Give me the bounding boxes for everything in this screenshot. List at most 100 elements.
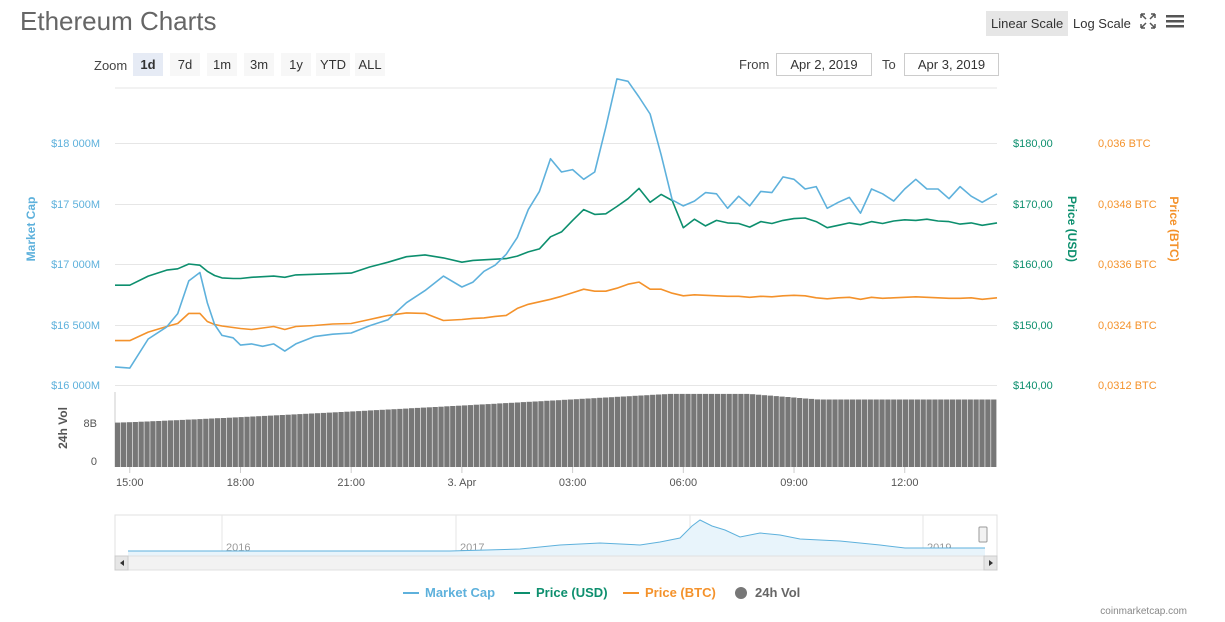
vol-bar	[162, 420, 168, 467]
vol-bar	[938, 399, 944, 467]
legend-line-market-cap	[403, 591, 419, 594]
vol-bar	[309, 413, 315, 467]
vol-bar	[808, 398, 815, 467]
vol-bar	[285, 414, 291, 467]
vol-bar	[156, 421, 162, 467]
vol-bar	[214, 418, 221, 467]
vol-bar	[885, 399, 891, 467]
navigator-scrollbar	[114, 555, 998, 571]
vol-bar	[326, 412, 332, 467]
vol-bar	[373, 410, 379, 467]
vol-bar	[944, 399, 950, 467]
vol-bar	[291, 414, 297, 467]
vol-bar	[203, 418, 209, 467]
vol-bar	[620, 396, 626, 467]
vol-bar	[220, 418, 227, 467]
vol-bar	[209, 418, 215, 467]
vol-bar	[714, 393, 721, 467]
vol-bar	[279, 415, 285, 467]
vol-bar	[197, 419, 203, 467]
vol-bar	[485, 404, 491, 467]
vol-bar	[973, 399, 979, 467]
vol-bar	[385, 409, 391, 467]
vol-bar	[891, 399, 897, 467]
vol-bar	[914, 399, 920, 467]
price-btc-axis: 0,0312 BTC 0,0324 BTC 0,0336 BTC 0,0348 BTC…	[1098, 138, 1181, 392]
vol-bar	[320, 412, 327, 467]
vol-bar	[115, 422, 121, 467]
vol-bar	[344, 411, 350, 467]
x-tick-label: 15:00	[116, 477, 144, 489]
vol-bar	[379, 409, 385, 467]
navigator: 2016201720182019	[114, 514, 998, 571]
vol-bar	[267, 415, 274, 467]
vol-bar	[750, 394, 756, 467]
legend-price-btc[interactable]: Price (BTC)	[623, 585, 716, 600]
market-cap-tick-label: $16 500M	[51, 320, 100, 332]
price-btc-tick-label: 0,0336 BTC	[1098, 259, 1157, 271]
vol-bar	[838, 399, 844, 467]
vol-bar	[961, 399, 967, 467]
vol-bar	[697, 393, 703, 467]
legend-line-price-btc	[623, 591, 639, 594]
vol-bar	[456, 405, 462, 467]
vol-bar	[703, 393, 709, 467]
vol-bar	[820, 399, 826, 467]
vol-bar	[467, 405, 474, 467]
x-tick-label: 3. Apr	[448, 477, 477, 489]
vol-bar	[614, 396, 621, 467]
vol-bar	[867, 399, 873, 467]
vol-bar	[273, 415, 280, 467]
legend-vol-label: 24h Vol	[755, 585, 801, 600]
vol-bar	[250, 416, 256, 467]
x-tick-label: 18:00	[227, 477, 255, 489]
vol-bar	[191, 419, 197, 467]
x-tick-label: 03:00	[559, 477, 587, 489]
vol-bar	[850, 399, 856, 467]
vol-bar	[685, 393, 691, 467]
price-usd-tick-label: $160,00	[1013, 259, 1053, 271]
vol-bar	[297, 414, 303, 467]
vol-bar	[256, 416, 262, 467]
vol-bar	[238, 417, 244, 467]
vol-bar	[802, 398, 809, 467]
vol-bar	[432, 407, 438, 467]
vol-bar	[991, 399, 997, 467]
legend-price-usd[interactable]: Price (USD)	[514, 585, 608, 600]
vol-bar	[814, 399, 820, 467]
vol-axis-title: 24h Vol	[56, 407, 70, 449]
market-cap-tick-label: $17 000M	[51, 259, 100, 271]
vol-bar	[785, 397, 791, 467]
x-tick-label: 12:00	[891, 477, 919, 489]
vol-bar	[567, 399, 574, 467]
vol-bar	[926, 399, 932, 467]
vol-bar	[520, 402, 526, 467]
vol-bar	[420, 407, 427, 467]
vol-bar	[644, 395, 650, 467]
vol-bar	[232, 417, 238, 467]
legend-24h-vol[interactable]: 24h Vol	[735, 585, 800, 600]
vol-bar	[356, 411, 362, 467]
vol-bar	[967, 399, 973, 467]
market-cap-axis-title: Market Cap	[24, 197, 38, 262]
vol-bar	[132, 422, 138, 467]
vol-bar	[350, 411, 356, 467]
vol-bar	[873, 399, 879, 467]
vol-bar	[761, 395, 768, 467]
vol-bar	[632, 395, 638, 467]
vol-bar	[585, 398, 591, 467]
vol-bar	[597, 397, 603, 467]
vol-bar	[479, 404, 485, 467]
ethereum-chart[interactable]: $16 000M $16 500M $17 000M $17 500M $18 000M…	[0, 0, 1225, 580]
volume-bars: 0 8B 24h Vol	[56, 392, 997, 468]
price-usd-axis: $140,00 $150,00 $160,00 $170,00 $180,00 Price…	[1013, 138, 1079, 392]
legend-market-cap[interactable]: Market Cap	[403, 585, 495, 600]
vol-bar	[744, 393, 750, 467]
price-usd-tick-label: $170,00	[1013, 199, 1053, 211]
vol-bar	[226, 417, 232, 467]
vol-bar	[550, 400, 556, 467]
vol-bar	[855, 399, 862, 467]
vol-bar	[185, 419, 191, 467]
vol-bar	[461, 405, 468, 467]
price-btc-tick-label: 0,0348 BTC	[1098, 199, 1157, 211]
